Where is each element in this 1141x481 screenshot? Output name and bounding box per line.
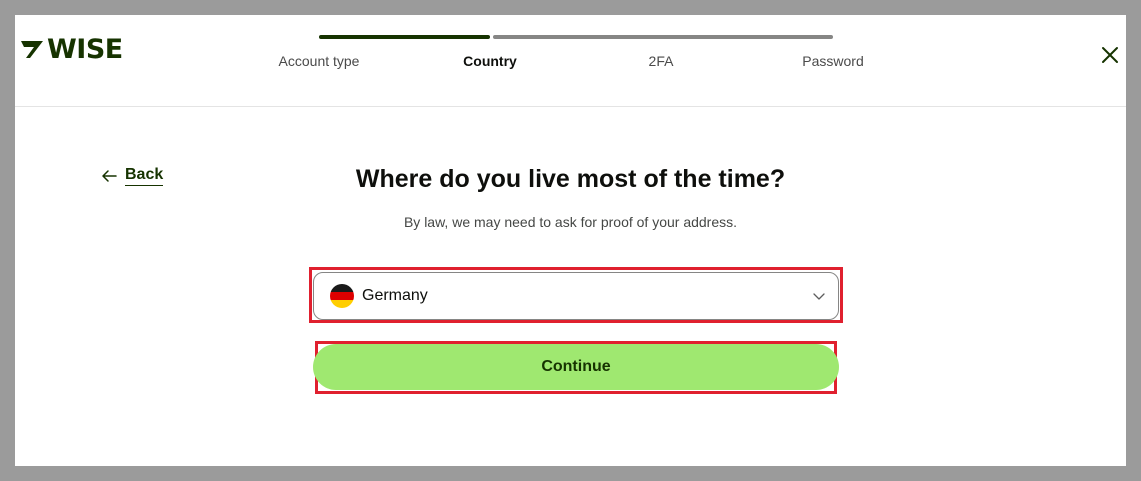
page-title: Where do you live most of the time?	[355, 165, 786, 193]
step-password: Password	[802, 53, 864, 69]
step-country: Country	[463, 53, 517, 69]
signup-modal: WISE Account type Country 2FA Password B…	[15, 15, 1126, 466]
wise-flag-icon	[21, 41, 43, 58]
step-bar-country	[493, 35, 833, 39]
step-2fa: 2FA	[648, 53, 674, 69]
country-select-value: Germany	[362, 287, 428, 304]
continue-button[interactable]: Continue	[313, 344, 839, 390]
germany-flag-icon	[330, 284, 354, 308]
close-button[interactable]	[1100, 45, 1120, 65]
top-bar: WISE Account type Country 2FA Password	[15, 15, 1126, 107]
close-icon	[1102, 47, 1118, 63]
page-subtitle: By law, we may need to ask for proof of …	[403, 214, 738, 230]
step-account-type: Account type	[278, 53, 360, 69]
chevron-down-icon	[813, 293, 825, 300]
wise-logo[interactable]: WISE	[19, 33, 123, 65]
step-bar-account-type	[319, 35, 490, 39]
logo-text: WISE	[47, 33, 123, 65]
country-select[interactable]: Germany	[313, 272, 839, 320]
